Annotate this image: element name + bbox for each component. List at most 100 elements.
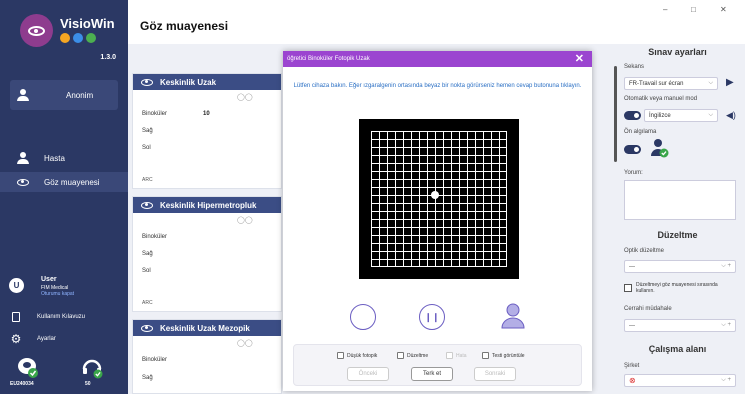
- response-circle-button[interactable]: [350, 304, 376, 330]
- eye-icon: [141, 324, 153, 332]
- chevron-down-icon: ⌵ +: [721, 263, 731, 269]
- leave-button[interactable]: Terk et: [411, 367, 453, 381]
- chevron-down-icon: ⌵: [708, 80, 713, 86]
- brand-dots: [60, 33, 96, 43]
- use-correction-checkbox[interactable]: [624, 284, 632, 292]
- comment-textarea[interactable]: [624, 180, 736, 220]
- chevron-down-icon: ⌵: [708, 112, 713, 118]
- card-title: Keskinlik Hipermetropluk: [160, 200, 257, 210]
- app-name: VisioWin: [60, 16, 115, 31]
- language-select[interactable]: İngilizce ⌵: [644, 109, 718, 122]
- surgical-value: ---: [629, 322, 635, 329]
- row-label: Sağ: [142, 251, 153, 257]
- sidebar-item-label: Ayarlar: [37, 336, 56, 342]
- amsler-grid: [359, 119, 519, 279]
- device-connected-icon[interactable]: [16, 355, 40, 379]
- surgical-label: Cerrahi müdahale: [624, 306, 672, 312]
- tutorial-dialog: öğretici Binoküler Fotopik Uzak ✕ Lütfen…: [283, 51, 592, 391]
- workspace-title: Çalışma alanı: [648, 344, 707, 354]
- card-footer-label: ARC: [142, 177, 153, 183]
- sidebar-item-hasta[interactable]: Hasta: [0, 148, 128, 168]
- app-version: 1.3.0: [100, 54, 116, 61]
- gear-icon: ⚙: [10, 332, 22, 346]
- row-label: Binoküler: [142, 111, 168, 117]
- minimize-button[interactable]: –: [663, 5, 667, 14]
- use-correction-label: Düzeltmeyi göz muayenesi sırasında kulla…: [636, 282, 718, 294]
- comment-label: Yorum:: [624, 170, 643, 176]
- sidebar-item-manual[interactable]: Kullanım Kılavuzu: [0, 310, 128, 324]
- dialog-footer: Düşük fotopik Düzeltme Hata Testi görünt…: [293, 344, 582, 386]
- sequence-label: Sekans: [624, 64, 645, 70]
- glasses-icon: ◯◯: [237, 340, 253, 347]
- page-title: Göz muayenesi: [140, 19, 229, 33]
- eye-icon: [141, 201, 153, 209]
- sidebar-item-eye-exam[interactable]: Göz muayenesi: [0, 172, 128, 192]
- row-label: Sol: [142, 145, 151, 151]
- play-icon[interactable]: ▶: [726, 77, 734, 88]
- checkbox-label: Testi görüntüle: [492, 352, 525, 359]
- device-id: EU240034: [10, 381, 34, 387]
- dialog-header: öğretici Binoküler Fotopik Uzak ✕: [283, 51, 592, 67]
- person-detected-icon: [650, 138, 670, 158]
- detection-label: Ön algılama: [624, 129, 657, 135]
- audio-level: 50: [85, 381, 91, 387]
- top-bar: Göz muayenesi – □ ✕: [128, 0, 745, 44]
- speaker-icon[interactable]: ◀): [726, 110, 736, 121]
- manual-icon: [9, 310, 23, 324]
- settings-scrollbar[interactable]: [614, 66, 617, 162]
- brand-dot-orange-icon: [60, 33, 70, 43]
- person-icon: [16, 151, 30, 165]
- checkbox-label: Düşük fotopik: [347, 352, 378, 359]
- sequence-value: FR-Travail sur écran: [629, 80, 684, 87]
- patient-name: Anonim: [66, 90, 94, 100]
- card-footer-label: ARC: [142, 300, 153, 306]
- pause-button[interactable]: ❙❙: [419, 304, 445, 330]
- maximize-button[interactable]: □: [691, 5, 696, 14]
- row-label: Binoküler: [142, 234, 168, 240]
- visiowin-logo-icon: [20, 14, 53, 47]
- checkbox-label: Düzeltme: [407, 352, 429, 359]
- company-select[interactable]: ⊗ ⌵ +: [624, 374, 736, 387]
- sidebar-item-settings[interactable]: ⚙ Ayarlar: [0, 332, 128, 346]
- correction-title: Düzeltme: [657, 230, 698, 240]
- card-distance-acuity[interactable]: Keskinlik Uzak ◯◯ Binoküler 10 Sağ Sol A…: [132, 73, 282, 189]
- row-label: Sol: [142, 268, 151, 274]
- checkbox-label: Hata: [456, 352, 467, 359]
- close-window-button[interactable]: ✕: [720, 5, 727, 14]
- patient-selector[interactable]: Anonim: [10, 80, 118, 110]
- low-photopic-checkbox[interactable]: Düşük fotopik: [337, 352, 377, 359]
- surgical-select[interactable]: --- ⌵ +: [624, 319, 736, 332]
- chevron-down-icon: ⌵ +: [721, 322, 731, 328]
- card-hyperopia-acuity[interactable]: Keskinlik Hipermetropluk ◯◯ Binoküler Sa…: [132, 196, 282, 312]
- card-title: Keskinlik Uzak: [160, 77, 217, 87]
- glasses-icon: ◯◯: [237, 94, 253, 101]
- detection-toggle[interactable]: [624, 145, 641, 154]
- dialog-title: öğretici Binoküler Fotopik Uzak: [287, 56, 370, 62]
- person-icon: [16, 88, 30, 102]
- row-label: Sağ: [142, 128, 153, 134]
- sidebar-item-label: Kullanım Kılavuzu: [37, 314, 86, 320]
- sidebar-item-label: Hasta: [44, 153, 65, 163]
- user-avatar[interactable]: U: [9, 278, 24, 293]
- eye-icon: [141, 78, 153, 86]
- patient-icon[interactable]: [500, 302, 526, 330]
- show-test-checkbox[interactable]: Testi görüntüle: [482, 352, 525, 359]
- logout-link[interactable]: Oturumu kapat: [41, 291, 74, 297]
- sequence-select[interactable]: FR-Travail sur écran ⌵: [624, 77, 718, 90]
- language-value: İngilizce: [649, 112, 671, 119]
- grid-lines: [371, 131, 507, 267]
- close-icon[interactable]: ✕: [575, 52, 584, 65]
- fixation-dot: [431, 191, 439, 199]
- previous-button[interactable]: Önceki: [347, 367, 389, 381]
- mode-toggle[interactable]: [624, 111, 641, 120]
- card-mesopic-acuity[interactable]: Keskinlik Uzak Mezopik ◯◯ Binoküler Sağ: [132, 319, 282, 394]
- next-button[interactable]: Sonraki: [474, 367, 516, 381]
- optical-correction-select[interactable]: --- ⌵ +: [624, 260, 736, 273]
- row-label: Sağ: [142, 375, 153, 381]
- right-panel: Sınav ayarları Sekans FR-Travail sur écr…: [610, 44, 745, 394]
- error-checkbox: Hata: [446, 352, 467, 359]
- correction-checkbox[interactable]: Düzeltme: [397, 352, 428, 359]
- user-name: User: [41, 276, 57, 283]
- headphones-icon[interactable]: [80, 355, 104, 379]
- sidebar-item-label: Göz muayenesi: [44, 177, 100, 187]
